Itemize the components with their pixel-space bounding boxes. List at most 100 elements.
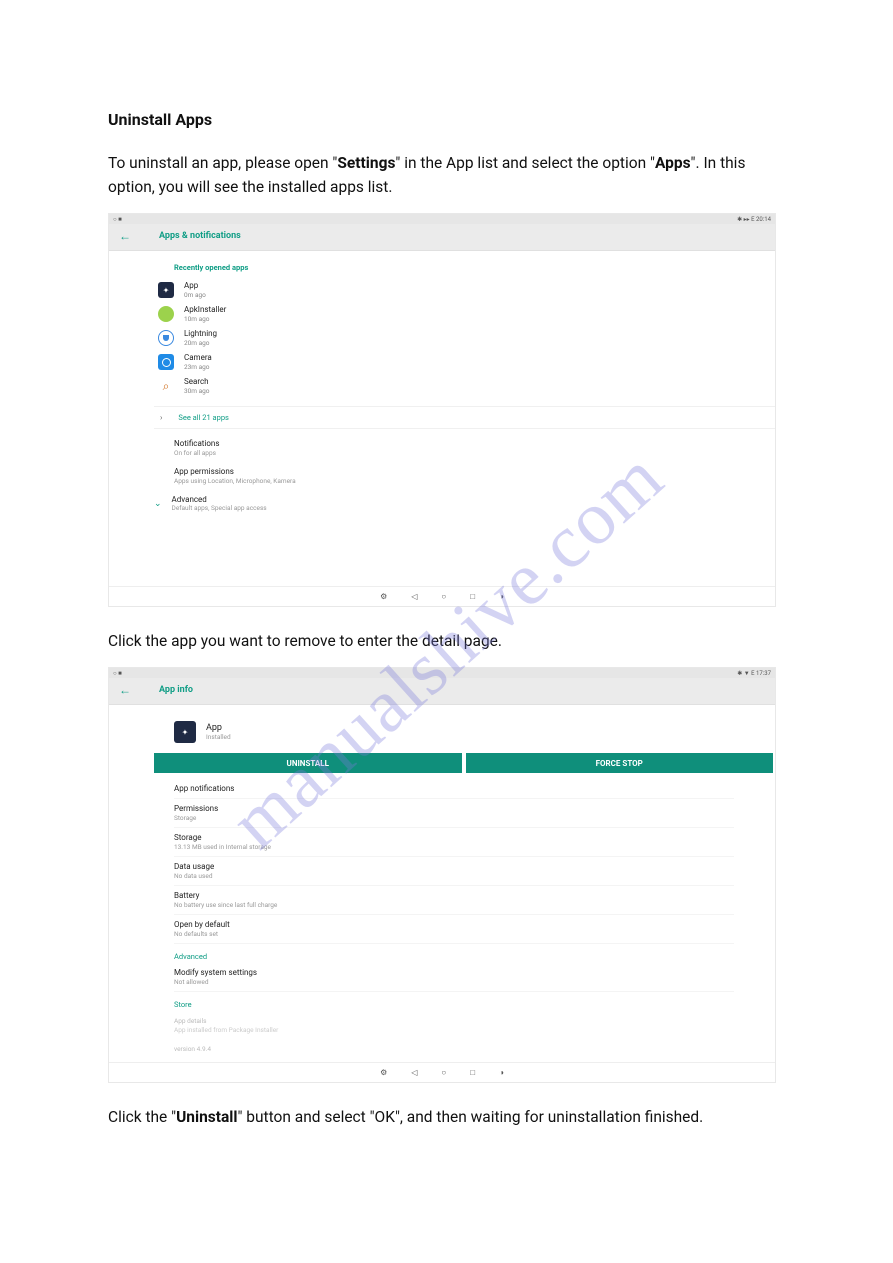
nav-power-icon[interactable]: ⚙ [380,592,387,601]
row-title: App permissions [174,467,775,476]
nav-bar: ⚙ ◁ ○ □ ◑ [109,586,775,606]
list-item[interactable]: Camera 23m ago [158,350,775,374]
row-sub: App installed from Package Installer [174,1026,734,1034]
screenshot-app-info: ○ ■ ✱ ▼ E 17:37 ← App info ✦ App Install… [108,667,776,1083]
title-bar: ← App info [109,678,775,705]
nav-bar: ⚙ ◁ ○ □ ◑ [109,1062,775,1082]
row-sub: No defaults set [174,930,734,938]
app-icon: ✦ [158,282,174,298]
version-text: version 4.9.4 [174,1045,734,1053]
lightning-icon [158,330,174,346]
app-details-row[interactable]: App details App installed from Package I… [174,1011,734,1039]
see-all-apps[interactable]: › See all 21 apps [154,406,775,429]
status-left: ○ ■ [113,670,122,677]
nav-home-icon[interactable]: ○ [441,592,446,601]
app-notifications-row[interactable]: App notifications [174,779,734,799]
advanced-row[interactable]: ⌄ Advanced Default apps, Special app acc… [154,495,775,512]
version-row: version 4.9.4 [174,1039,734,1058]
bold-apps: Apps [655,154,691,172]
text: " in the App list and select the option … [395,154,655,172]
app-sub: 10m ago [184,315,226,323]
app-name: App [184,281,206,290]
app-name: Camera [184,353,212,362]
row-title: Notifications [174,439,775,448]
row-title: Permissions [174,804,734,813]
chevron-down-icon: ⌄ [154,499,162,509]
uninstall-button[interactable]: UNINSTALL [154,753,462,773]
app-sub: 20m ago [184,339,217,347]
chevron-right-icon: › [160,413,162,422]
row-sub: Storage [174,814,734,822]
row-title: Data usage [174,862,734,871]
row-sub: 13.13 MB used in Internal storage [174,843,734,851]
row-title: Open by default [174,920,734,929]
text: To uninstall an app, please open " [108,154,337,172]
row-title: Storage [174,833,734,842]
row-sub: On for all apps [174,449,775,457]
notifications-row[interactable]: Notifications On for all apps [174,439,775,457]
advanced-section: Advanced [174,952,775,961]
search-icon: ⌕ [158,378,174,394]
back-button[interactable]: ← [119,684,131,696]
nav-recent-icon[interactable]: □ [470,592,475,601]
data-usage-row[interactable]: Data usage No data used [174,857,734,886]
screenshot-apps-notifications: ○ ■ ✱ ▸▸ E 20:14 ← Apps & notifications … [108,213,776,607]
status-right: ✱ ▼ E 17:37 [737,670,771,677]
screen-title: Apps & notifications [159,231,241,241]
row-sub: Not allowed [174,978,734,986]
nav-screenshot-icon[interactable]: ◑ [499,1068,504,1077]
status-bar: ○ ■ ✱ ▸▸ E 20:14 [109,214,775,224]
bold-uninstall: Uninstall [176,1108,237,1126]
row-title: App notifications [174,784,734,793]
doc-para-2: Click the app you want to remove to ente… [108,629,793,653]
title-bar: ← Apps & notifications [109,224,775,251]
section-recently-opened: Recently opened apps [174,263,775,272]
app-name: ApkInstaller [184,305,226,314]
list-item[interactable]: ⌕ Search 30m ago [158,374,775,398]
row-title: Battery [174,891,734,900]
app-icon: ✦ [174,721,196,743]
app-sub: 23m ago [184,363,212,371]
screen-title: App info [159,685,193,695]
permissions-row[interactable]: Permissions Storage [174,799,734,828]
list-item[interactable]: ApkInstaller 10m ago [158,302,775,326]
list-item[interactable]: ✦ App 0m ago [158,278,775,302]
row-sub: Apps using Location, Microphone, Kamera [174,477,775,485]
bold-settings: Settings [337,154,395,172]
text: Click the " [108,1108,176,1126]
back-button[interactable]: ← [119,230,131,242]
app-name: Search [184,377,210,386]
apkinstaller-icon [158,306,174,322]
doc-heading: Uninstall Apps [108,110,793,129]
app-header: ✦ App Installed [154,713,775,753]
app-sub: 30m ago [184,387,210,395]
doc-para-3: Click the "Uninstall" button and select … [108,1105,793,1129]
app-name: Lightning [184,329,217,338]
advanced-label: Advanced [172,495,267,504]
nav-power-icon[interactable]: ⚙ [380,1068,387,1077]
status-right: ✱ ▸▸ E 20:14 [737,216,771,223]
store-section: Store [174,1000,775,1009]
list-item[interactable]: Lightning 20m ago [158,326,775,350]
open-by-default-row[interactable]: Open by default No defaults set [174,915,734,944]
status-bar: ○ ■ ✱ ▼ E 17:37 [109,668,775,678]
row-sub: No data used [174,872,734,880]
nav-home-icon[interactable]: ○ [441,1068,446,1077]
modify-system-settings-row[interactable]: Modify system settings Not allowed [174,963,734,992]
app-status: Installed [206,733,231,741]
app-name: App [206,723,231,733]
row-title: App details [174,1017,734,1025]
nav-back-icon[interactable]: ◁ [411,592,417,601]
camera-icon [158,354,174,370]
app-sub: 0m ago [184,291,206,299]
doc-para-1: To uninstall an app, please open "Settin… [108,151,793,199]
nav-back-icon[interactable]: ◁ [411,1068,417,1077]
see-all-label: See all 21 apps [178,413,229,422]
nav-recent-icon[interactable]: □ [470,1068,475,1077]
nav-screenshot-icon[interactable]: ◑ [499,592,504,601]
battery-row[interactable]: Battery No battery use since last full c… [174,886,734,915]
storage-row[interactable]: Storage 13.13 MB used in Internal storag… [174,828,734,857]
status-left: ○ ■ [113,216,122,223]
app-permissions-row[interactable]: App permissions Apps using Location, Mic… [174,467,775,485]
force-stop-button[interactable]: FORCE STOP [466,753,774,773]
